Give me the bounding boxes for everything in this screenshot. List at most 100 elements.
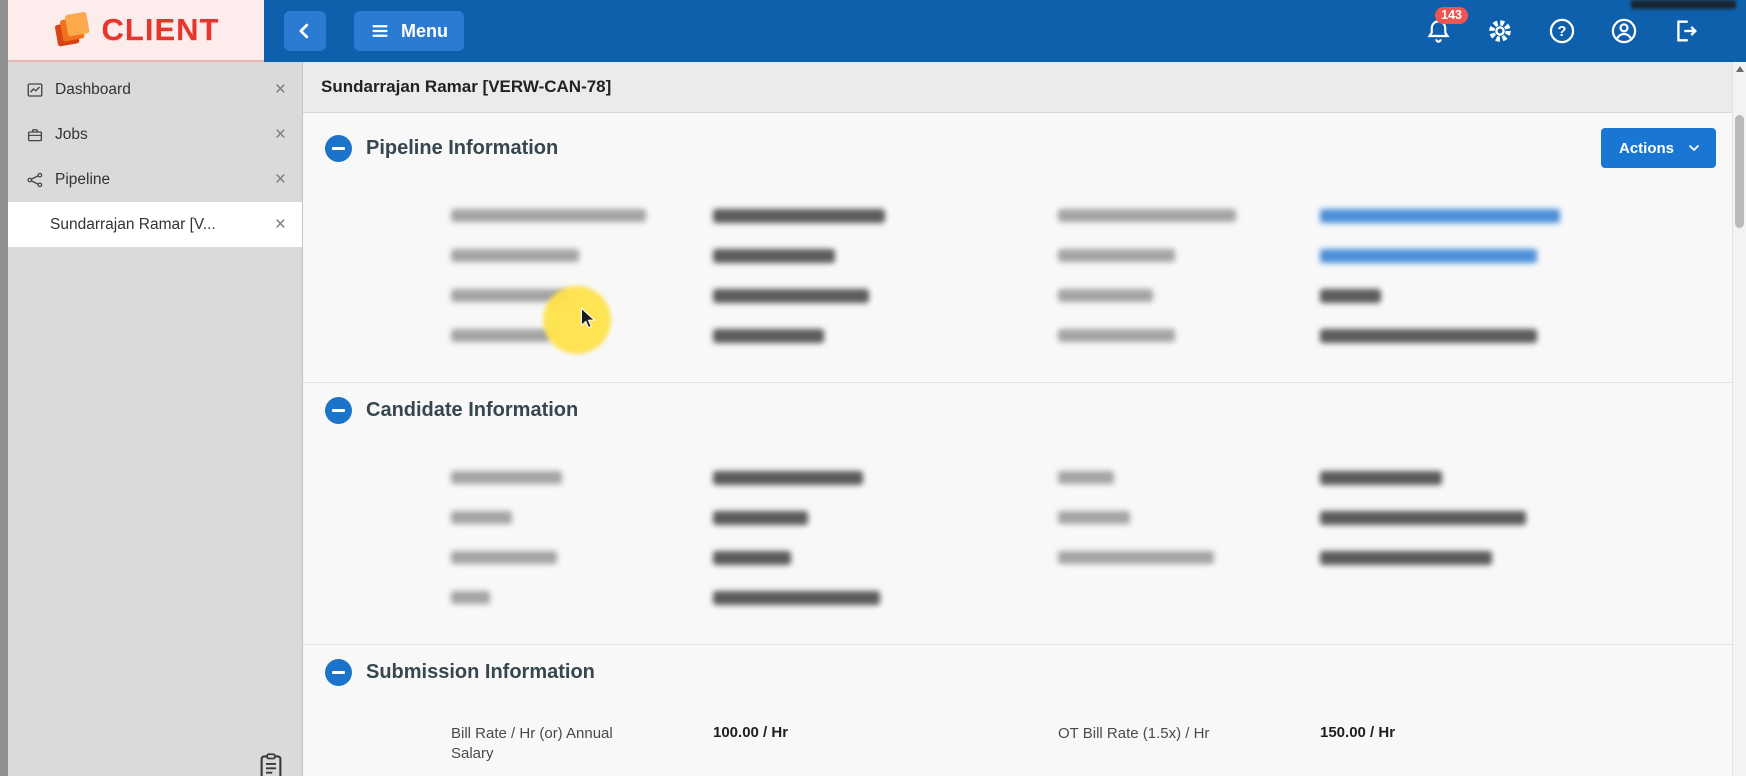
close-icon[interactable]: × <box>273 215 288 234</box>
section-divider <box>303 644 1746 645</box>
blurred-field-label <box>1058 329 1175 342</box>
blurred-field-value <box>713 288 869 303</box>
briefcase-icon <box>27 128 43 141</box>
blurred-field-label <box>451 329 551 342</box>
actions-button[interactable]: Actions <box>1600 128 1716 168</box>
gear-icon <box>1489 20 1511 42</box>
sidebar-item-pipeline[interactable]: Pipeline × <box>8 157 302 202</box>
menu-button[interactable]: Menu <box>354 11 464 51</box>
blurred-field-label <box>451 471 562 484</box>
blurred-field-row <box>303 198 1746 238</box>
blurred-field-label <box>451 209 646 222</box>
section-pipeline-information: Pipeline Information Actions <box>303 125 1746 171</box>
blurred-field-row <box>303 278 1746 318</box>
dashboard-chart-icon <box>27 82 43 97</box>
blurred-field-row <box>303 580 1746 620</box>
settings-button[interactable] <box>1484 15 1516 47</box>
notification-count-badge: 143 <box>1435 7 1468 24</box>
hamburger-icon <box>372 25 388 37</box>
question-mark-icon: ? <box>1549 18 1575 44</box>
blurred-field-label <box>1058 289 1153 302</box>
minus-icon <box>332 146 345 150</box>
blurred-field-row <box>303 540 1746 580</box>
blurred-field-row <box>303 238 1746 278</box>
actions-label: Actions <box>1618 139 1674 157</box>
sidebar-item-jobs[interactable]: Jobs × <box>8 112 302 157</box>
collapse-icon[interactable] <box>325 134 352 162</box>
section-title: Submission Information <box>366 660 595 683</box>
pipeline-fields <box>303 198 1746 358</box>
svg-text:?: ? <box>1558 24 1567 40</box>
left-edge-strip <box>0 0 8 776</box>
chevron-down-icon <box>1689 145 1699 152</box>
blurred-field-label <box>451 551 557 564</box>
chevron-left-icon <box>299 23 309 39</box>
collapse-icon[interactable] <box>325 658 352 686</box>
blurred-field-value <box>713 510 808 525</box>
section-candidate-information: Candidate Information <box>303 387 1746 433</box>
top-navigation-bar: CLIENT Menu 143 ? <box>8 0 1746 62</box>
main-content: Sundarrajan Ramar [VERW-CAN-78] Pipeline… <box>303 62 1746 776</box>
page-title: Sundarrajan Ramar [VERW-CAN-78] <box>303 62 1746 113</box>
sidebar: Dashboard × Jobs × Pipeline × Sundarraja… <box>8 62 303 776</box>
field-label: Bill Rate / Hr (or) Annual Salary <box>451 725 613 762</box>
sidebar-item-dashboard[interactable]: Dashboard × <box>8 67 302 112</box>
blurred-link-value[interactable] <box>1320 208 1560 223</box>
sidebar-item-label: Dashboard <box>55 80 131 98</box>
field-value: 150.00 / Hr <box>1320 724 1396 741</box>
section-title: Pipeline Information <box>366 136 559 159</box>
help-button[interactable]: ? <box>1546 15 1578 47</box>
blurred-field-value <box>1320 470 1442 485</box>
brand-logo[interactable]: CLIENT <box>8 0 264 62</box>
section-submission-information: Submission Information <box>303 649 1746 695</box>
collapse-icon[interactable] <box>325 396 352 424</box>
blurred-field-value <box>1320 328 1537 343</box>
logout-icon <box>1677 20 1697 42</box>
blurred-field-value <box>713 590 880 605</box>
section-divider <box>303 382 1746 383</box>
submission-field-row: Bill Rate / Hr (or) Annual Salary 100.00… <box>303 722 1746 764</box>
blurred-field-value <box>713 208 885 223</box>
logout-button[interactable] <box>1670 15 1702 47</box>
scrollbar-thumb[interactable] <box>1735 115 1744 228</box>
blurred-field-row <box>303 460 1746 500</box>
notifications-button[interactable]: 143 <box>1422 7 1468 47</box>
blurred-field-value <box>1320 510 1526 525</box>
blurred-field-value <box>1320 288 1381 303</box>
brand-name: CLIENT <box>101 12 220 47</box>
close-icon[interactable]: × <box>273 80 288 99</box>
blurred-field-value <box>713 328 824 343</box>
blurred-field-label <box>451 249 579 262</box>
blurred-field-label <box>1058 249 1175 262</box>
blurred-field-value <box>1320 550 1492 565</box>
blurred-field-label <box>1058 209 1236 222</box>
blurred-field-row <box>303 500 1746 540</box>
blurred-link-value[interactable] <box>1320 248 1537 263</box>
person-icon <box>1611 18 1637 44</box>
minus-icon <box>332 670 345 674</box>
back-button[interactable] <box>284 11 326 51</box>
field-label: OT Bill Rate (1.5x) / Hr <box>1058 725 1210 742</box>
blurred-field-value <box>713 470 863 485</box>
vertical-scrollbar[interactable] <box>1732 62 1746 776</box>
client-logo-icon <box>54 12 89 47</box>
clipboard-icon[interactable] <box>256 751 286 776</box>
sidebar-item-label: Pipeline <box>55 170 111 188</box>
field-value: 100.00 / Hr <box>713 724 789 741</box>
scroll-up-arrow[interactable] <box>1736 66 1744 72</box>
menu-label: Menu <box>401 20 448 41</box>
topbar-icon-group: 143 ? <box>1422 7 1702 47</box>
close-icon[interactable]: × <box>273 170 288 189</box>
profile-button[interactable] <box>1608 15 1640 47</box>
partial-username-text <box>1631 0 1736 9</box>
sidebar-item-label: Sundarrajan Ramar [V... <box>50 215 216 233</box>
pipeline-flow-icon <box>27 172 43 187</box>
close-icon[interactable]: × <box>273 125 288 144</box>
blurred-field-label <box>451 511 512 524</box>
sidebar-item-candidate-tab[interactable]: Sundarrajan Ramar [V... × <box>8 202 302 247</box>
blurred-field-label <box>1058 551 1214 564</box>
minus-icon <box>332 408 345 412</box>
submission-fields: Bill Rate / Hr (or) Annual Salary 100.00… <box>303 722 1746 764</box>
blurred-field-value <box>713 550 791 565</box>
candidate-fields <box>303 460 1746 620</box>
